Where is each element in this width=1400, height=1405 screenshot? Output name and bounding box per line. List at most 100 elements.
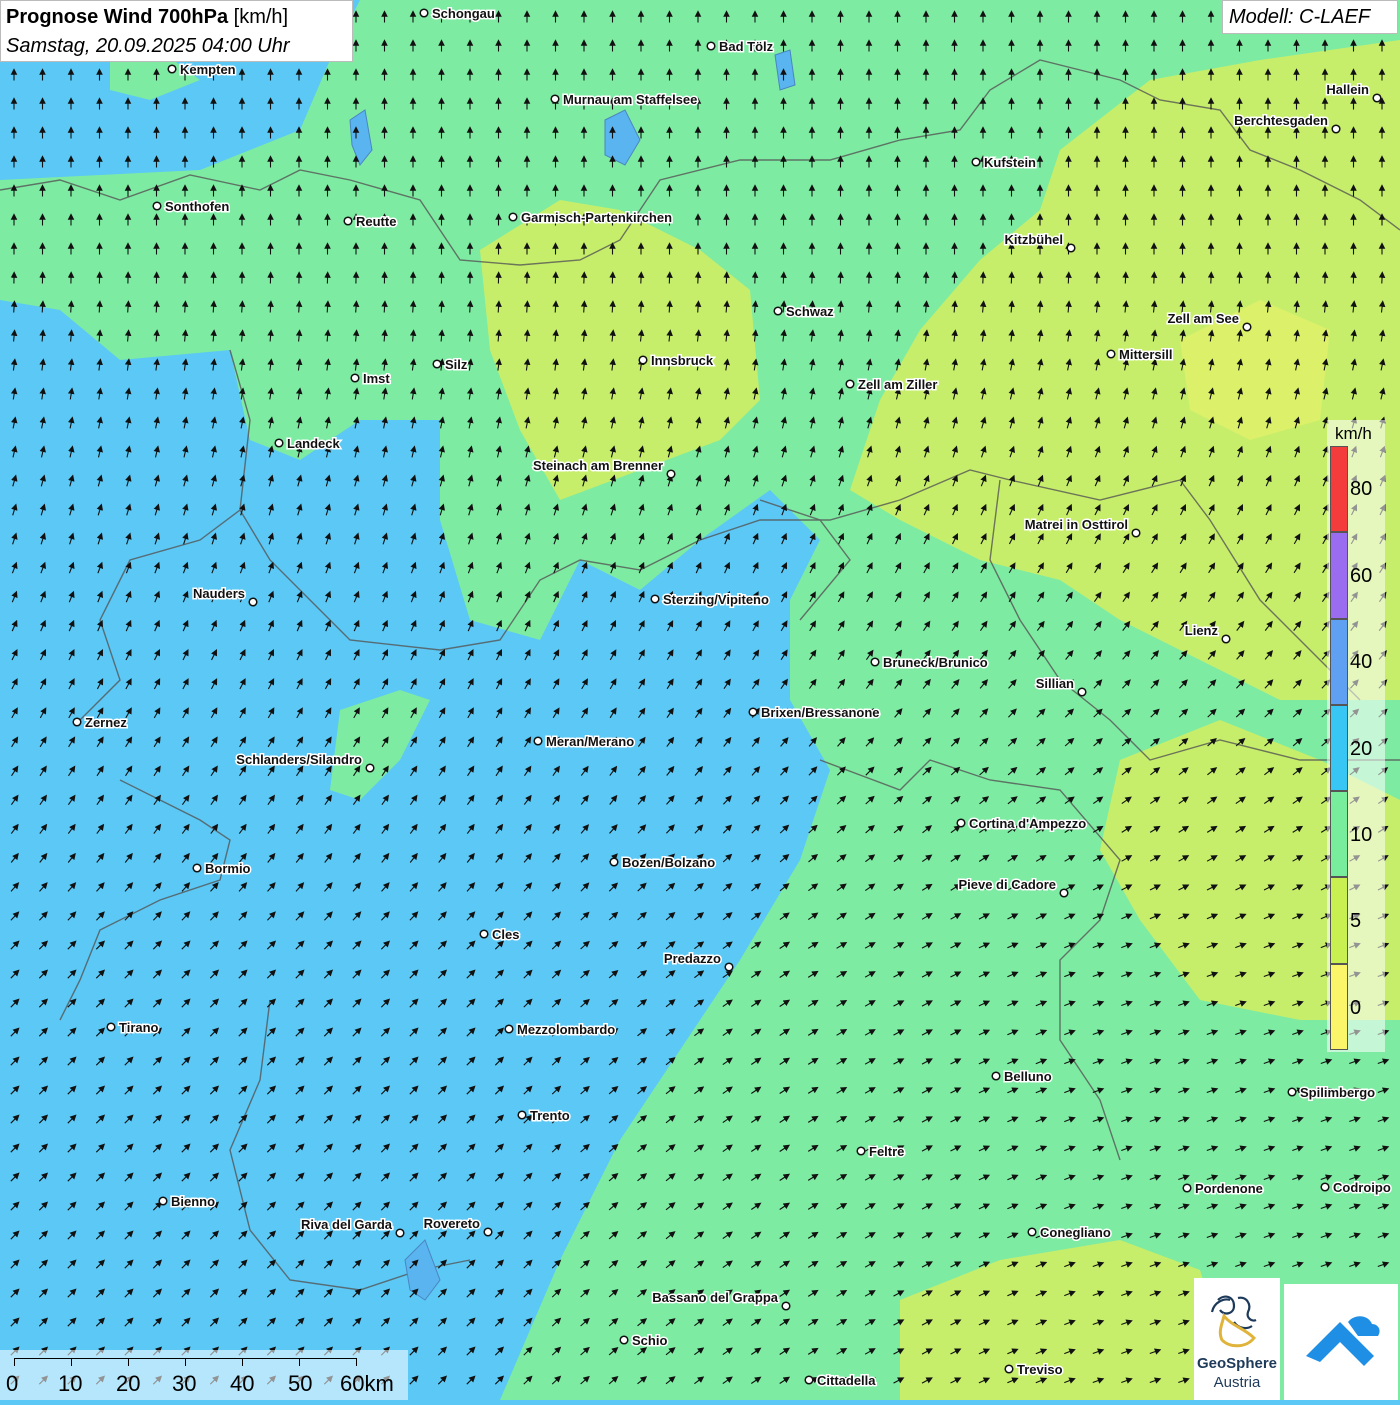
city-label: Belluno bbox=[1004, 1069, 1052, 1084]
scale-label: 40 bbox=[230, 1371, 254, 1397]
city-label: Cittadella bbox=[817, 1373, 876, 1388]
city-marker: Zell am Ziller bbox=[846, 377, 937, 392]
city-label: Predazzo bbox=[664, 951, 721, 966]
scale-tick bbox=[242, 1358, 243, 1366]
city-label: Kufstein bbox=[984, 155, 1036, 170]
city-dot-icon bbox=[420, 9, 428, 17]
wind-arrow bbox=[698, 304, 699, 313]
city-dot-icon bbox=[1107, 350, 1115, 358]
city-marker: Conegliano bbox=[1028, 1225, 1111, 1240]
scale-bar: 0102030405060km bbox=[0, 1350, 408, 1400]
legend-color-segment bbox=[1330, 619, 1348, 705]
city-label: Pordenone bbox=[1195, 1181, 1263, 1196]
map-title-box: Prognose Wind 700hPa [km/h] Samstag, 20.… bbox=[0, 0, 353, 62]
city-dot-icon bbox=[1222, 635, 1230, 643]
city-dot-icon bbox=[805, 1376, 813, 1384]
city-label: Schio bbox=[632, 1333, 667, 1348]
city-dot-icon bbox=[782, 1302, 790, 1310]
city-dot-icon bbox=[351, 374, 359, 382]
wind-arrow bbox=[356, 304, 357, 313]
wind-arrow bbox=[42, 304, 43, 313]
map-title: Prognose Wind 700hPa [km/h] bbox=[6, 6, 288, 29]
city-marker: Schongau bbox=[420, 6, 495, 21]
city-label: Mezzolombardo bbox=[517, 1022, 615, 1037]
forecast-datetime: Samstag, 20.09.2025 04:00 Uhr bbox=[6, 35, 290, 58]
scale-tick bbox=[14, 1358, 15, 1366]
city-dot-icon bbox=[551, 95, 559, 103]
city-dot-icon bbox=[509, 213, 517, 221]
city-label: Pieve di Cadore bbox=[958, 877, 1056, 892]
city-dot-icon bbox=[957, 819, 965, 827]
wind-arrow bbox=[327, 304, 328, 313]
city-dot-icon bbox=[484, 1228, 492, 1236]
city-label: Zernez bbox=[85, 715, 127, 730]
city-label: Schlanders/Silandro bbox=[236, 752, 362, 767]
city-dot-icon bbox=[1321, 1183, 1329, 1191]
scale-tick bbox=[299, 1358, 300, 1366]
wind-arrow bbox=[156, 304, 157, 313]
wind-arrow bbox=[242, 304, 243, 313]
weather-app-icon bbox=[1284, 1284, 1398, 1400]
wind-arrow bbox=[584, 304, 585, 313]
wind-arrow bbox=[99, 304, 100, 313]
scale-tick bbox=[128, 1358, 129, 1366]
wind-arrow bbox=[185, 304, 186, 313]
city-label: Brixen/Bressanone bbox=[761, 705, 880, 720]
city-label: Reutte bbox=[356, 214, 396, 229]
wind-arrow bbox=[498, 304, 499, 313]
city-label: Cles bbox=[492, 927, 519, 942]
city-label: Conegliano bbox=[1040, 1225, 1111, 1240]
scale-tick bbox=[356, 1358, 357, 1366]
city-dot-icon bbox=[610, 858, 618, 866]
city-label: Steinach am Brenner bbox=[533, 458, 663, 473]
city-label: Treviso bbox=[1017, 1362, 1063, 1377]
wind-arrow bbox=[413, 304, 414, 313]
city-label: Sonthofen bbox=[165, 199, 229, 214]
city-label: Mittersill bbox=[1119, 347, 1172, 362]
legend-label: 80 bbox=[1350, 478, 1372, 501]
city-dot-icon bbox=[1067, 244, 1075, 252]
city-dot-icon bbox=[1028, 1228, 1036, 1236]
city-dot-icon bbox=[480, 930, 488, 938]
city-label: Lienz bbox=[1185, 623, 1219, 638]
city-label: Bienno bbox=[171, 1194, 215, 1209]
city-label: Matrei in Osttirol bbox=[1025, 517, 1128, 532]
wind-map: SchongauBad TölzKemptenMurnau am Staffel… bbox=[0, 0, 1400, 1400]
city-dot-icon bbox=[1288, 1088, 1296, 1096]
city-dot-icon bbox=[846, 380, 854, 388]
city-label: Kitzbühel bbox=[1005, 232, 1064, 247]
city-label: Schongau bbox=[432, 6, 495, 21]
city-label: Bassano del Grappa bbox=[652, 1290, 778, 1305]
city-label: Zell am Ziller bbox=[858, 377, 937, 392]
scale-label: 10 bbox=[58, 1371, 82, 1397]
wind-arrow bbox=[270, 304, 271, 313]
city-marker: Cortina d'Ampezzo bbox=[957, 816, 1086, 831]
city-label: Berchtesgaden bbox=[1234, 113, 1328, 128]
city-dot-icon bbox=[344, 217, 352, 225]
city-label: Nauders bbox=[193, 586, 245, 601]
city-dot-icon bbox=[505, 1025, 513, 1033]
geosphere-logo: GeoSphere Austria bbox=[1194, 1278, 1280, 1400]
city-label: Rovereto bbox=[424, 1216, 480, 1231]
city-dot-icon bbox=[871, 658, 879, 666]
wind-arrow bbox=[213, 304, 214, 313]
city-label: Landeck bbox=[287, 436, 341, 451]
geosphere-country: Austria bbox=[1194, 1374, 1280, 1391]
city-label: Murnau am Staffelsee bbox=[563, 92, 697, 107]
city-dot-icon bbox=[992, 1072, 1000, 1080]
city-marker: Murnau am Staffelsee bbox=[551, 92, 697, 107]
color-legend: km/h 806040201050 bbox=[1327, 420, 1385, 1052]
city-label: Tirano bbox=[119, 1020, 159, 1035]
model-label: Modell: C-LAEF bbox=[1229, 6, 1370, 29]
city-dot-icon bbox=[107, 1023, 115, 1031]
wind-arrow bbox=[14, 304, 15, 313]
wind-arrow bbox=[612, 304, 613, 313]
wind-arrow bbox=[669, 304, 670, 313]
legend-label: 20 bbox=[1350, 738, 1372, 761]
city-dot-icon bbox=[1005, 1365, 1013, 1373]
city-dot-icon bbox=[639, 356, 647, 364]
city-label: Bad Tölz bbox=[719, 39, 774, 54]
city-dot-icon bbox=[366, 764, 374, 772]
legend-label: 5 bbox=[1350, 910, 1361, 933]
city-marker: Garmisch-Partenkirchen bbox=[509, 210, 672, 225]
